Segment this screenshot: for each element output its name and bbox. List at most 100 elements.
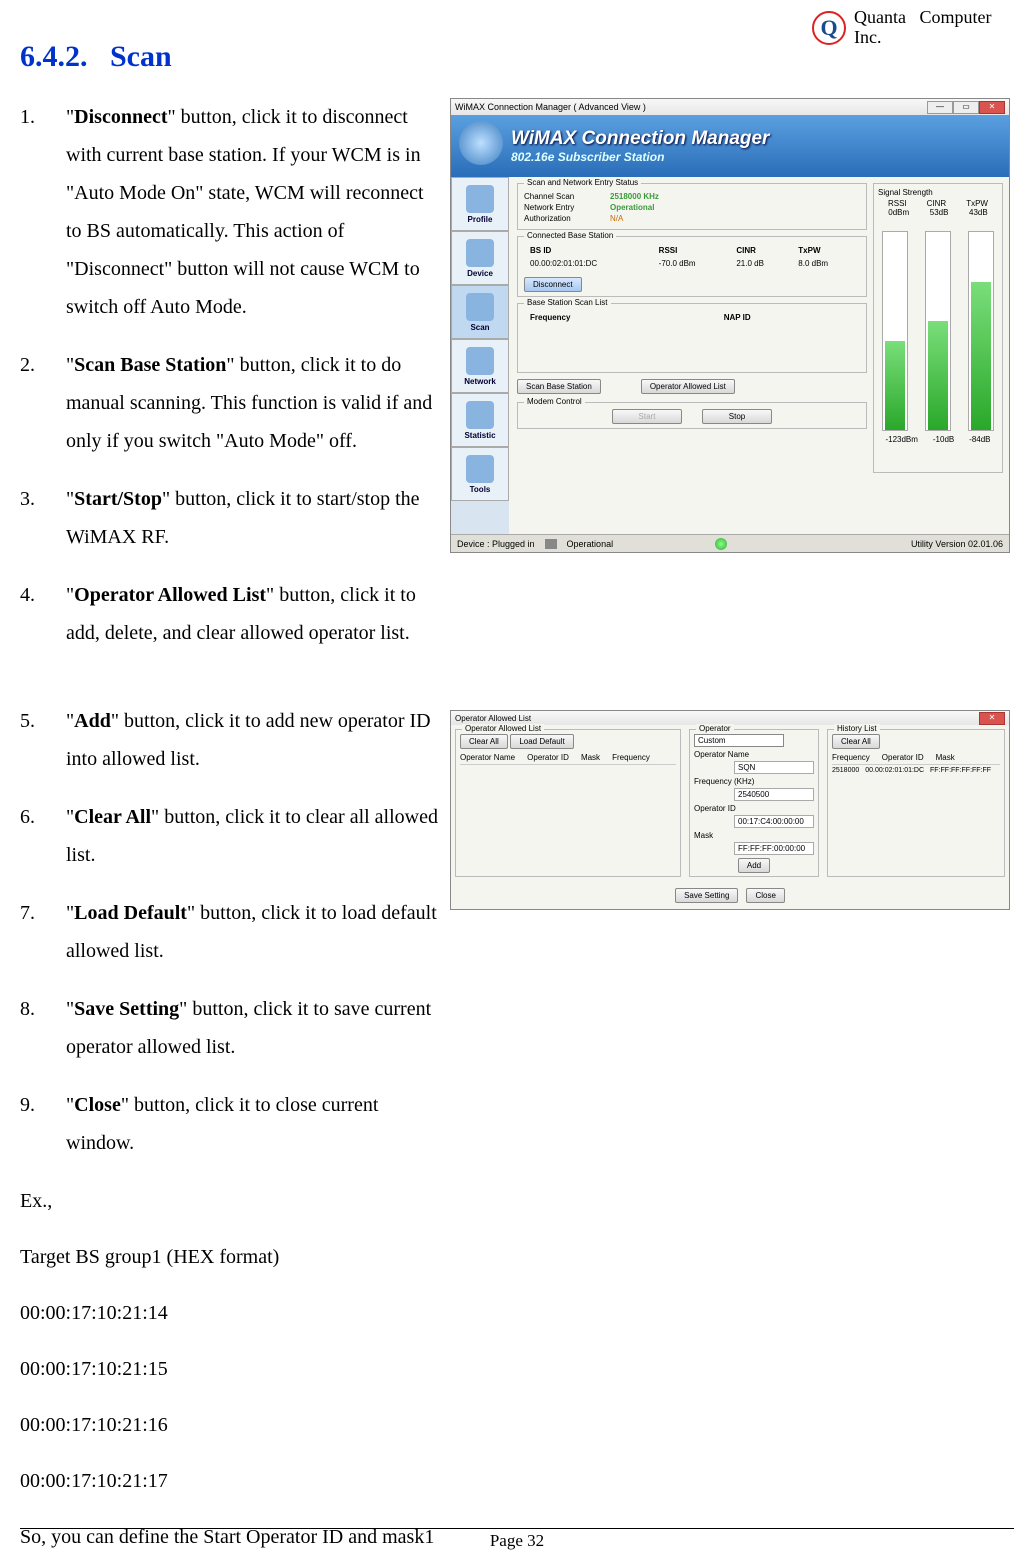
banner-subtitle: 802.16e Subscriber Station <box>511 150 769 164</box>
allowed-list-group: Operator Allowed List Clear All Load Def… <box>455 729 681 877</box>
group-title: Modem Control <box>524 397 585 406</box>
signal-value: -123dBm <box>885 435 917 444</box>
signal-bottom-values: -123dBm -10dB -84dB <box>878 435 998 444</box>
statistic-icon <box>466 401 494 429</box>
sidebar-item-profile[interactable]: Profile <box>451 177 509 231</box>
col-header: Frequency <box>832 753 870 762</box>
sidebar-label: Scan <box>470 323 489 332</box>
sidebar-label: Network <box>464 377 496 386</box>
clear-all-button[interactable]: Clear All <box>460 734 508 749</box>
col-header: Operator ID <box>882 753 924 762</box>
status-bar: Device : Plugged in Operational Utility … <box>451 534 1009 552</box>
minimize-button[interactable]: — <box>927 101 953 114</box>
company-logo-icon: Q <box>812 11 846 45</box>
sidebar-item-network[interactable]: Network <box>451 339 509 393</box>
footer-divider <box>20 1528 1014 1529</box>
device-icon <box>466 239 494 267</box>
operator-id-input[interactable]: 00:17:C4:00:00:00 <box>734 815 814 828</box>
col-header: RSSI <box>655 245 731 256</box>
item-text: "Add" button, click it to add new operat… <box>66 702 440 778</box>
globe-icon <box>459 121 503 165</box>
start-button[interactable]: Start <box>612 409 682 424</box>
section-number: 6.4.2. <box>20 40 88 73</box>
close-button[interactable]: ✕ <box>979 101 1005 114</box>
signal-top-values: 0dBm53dB43dB <box>878 208 998 217</box>
signal-value: -84dB <box>969 435 990 444</box>
network-entry-value: Operational <box>610 203 654 212</box>
sidebar-item-scan[interactable]: Scan <box>451 285 509 339</box>
signal-strength-panel: Signal Strength RSSICINRTxPW 0dBm53dB43d… <box>873 183 1003 473</box>
window-buttons-2: ✕ <box>979 712 1005 725</box>
group-title: Operator Allowed List <box>462 724 544 733</box>
cell: 2518000 <box>832 767 859 774</box>
status-device: Device : Plugged in <box>457 539 535 549</box>
group-title: History List <box>834 724 880 733</box>
disconnect-button[interactable]: Disconnect <box>524 277 582 292</box>
banner-title: WiMAX Connection Manager <box>511 128 769 150</box>
channel-scan-label: Channel Scan <box>524 192 604 201</box>
list-item: 3."Start/Stop" button, click it to start… <box>20 480 440 556</box>
rssi-bar <box>882 231 908 431</box>
scan-base-station-button[interactable]: Scan Base Station <box>517 379 601 394</box>
save-setting-button[interactable]: Save Setting <box>675 888 738 903</box>
add-button[interactable]: Add <box>738 858 770 873</box>
operator-select[interactable]: Custom <box>694 734 784 747</box>
stop-button[interactable]: Stop <box>702 409 772 424</box>
auth-label: Authorization <box>524 214 604 223</box>
col-header: Operator Name <box>460 753 515 762</box>
frequency-input[interactable]: 2540500 <box>734 788 814 801</box>
company-name: Quanta Computer Inc. <box>854 8 1004 48</box>
screenshot-col-2: Operator Allowed List ✕ Operator Allowed… <box>450 702 1014 1556</box>
screenshot-col-1: WiMAX Connection Manager ( Advanced View… <box>450 98 1014 672</box>
sidebar-label: Device <box>467 269 493 278</box>
card-icon <box>545 539 557 549</box>
sidebar-item-statistic[interactable]: Statistic <box>451 393 509 447</box>
wcm-screenshot: WiMAX Connection Manager ( Advanced View… <box>450 98 1010 553</box>
col-header: CINR <box>732 245 792 256</box>
sidebar-label: Tools <box>470 485 491 494</box>
list-col-2: 5."Add" button, click it to add new oper… <box>20 702 440 1556</box>
group-title: Scan and Network Entry Status <box>524 178 641 187</box>
scan-list-header: FrequencyNAP ID <box>526 312 858 323</box>
col-header: Frequency <box>526 312 718 323</box>
main-panel: Scan and Network Entry Status Channel Sc… <box>509 177 1009 534</box>
mask-input[interactable]: FF:FF:FF:00:00:00 <box>734 842 814 855</box>
operator-allowed-list-button[interactable]: Operator Allowed List <box>641 379 735 394</box>
scan-list-table: FrequencyNAP ID <box>524 310 860 325</box>
signal-value: -10dB <box>933 435 954 444</box>
window-titlebar-2: Operator Allowed List ✕ <box>451 711 1009 725</box>
sidebar-item-tools[interactable]: Tools <box>451 447 509 501</box>
list-item: 4."Operator Allowed List" button, click … <box>20 576 440 652</box>
load-default-button[interactable]: Load Default <box>510 734 573 749</box>
block-1: 1."Disconnect" button, click it to disco… <box>20 98 1014 672</box>
wifi-icon <box>715 538 727 550</box>
maximize-button[interactable]: ▭ <box>953 101 979 114</box>
block-2: 5."Add" button, click it to add new oper… <box>20 702 1014 1556</box>
list-item: 5."Add" button, click it to add new oper… <box>20 702 440 778</box>
col-header: Operator ID <box>527 753 569 762</box>
channel-scan-value: 2518000 KHz <box>610 192 659 201</box>
item-number: 4. <box>20 576 66 652</box>
list-item: 2."Scan Base Station" button, click it t… <box>20 346 440 460</box>
window-title-2: Operator Allowed List <box>455 714 531 723</box>
bs-header-row: BS IDRSSICINRTxPW <box>526 245 858 256</box>
close-dialog-button[interactable]: Close <box>746 888 784 903</box>
signal-headers: RSSICINRTxPW <box>878 199 998 208</box>
col-header: BS ID <box>526 245 653 256</box>
operator-name-input[interactable]: SQN <box>734 761 814 774</box>
clear-all-button-2[interactable]: Clear All <box>832 734 880 749</box>
close-button-2[interactable]: ✕ <box>979 712 1005 725</box>
scan-status-group: Scan and Network Entry Status Channel Sc… <box>517 183 867 230</box>
status-operational: Operational <box>567 539 614 549</box>
txpw-bar <box>968 231 994 431</box>
item-text: "Close" button, click it to close curren… <box>66 1086 440 1162</box>
list-col-1: 1."Disconnect" button, click it to disco… <box>20 98 440 672</box>
item-number: 3. <box>20 480 66 556</box>
list-item: 6."Clear All" button, click it to clear … <box>20 798 440 874</box>
company-word2: Computer <box>919 7 991 27</box>
item-text: "Load Default" button, click it to load … <box>66 894 440 970</box>
list-item: 8."Save Setting" button, click it to sav… <box>20 990 440 1066</box>
sidebar-item-device[interactable]: Device <box>451 231 509 285</box>
cinr-bar <box>925 231 951 431</box>
profile-icon <box>466 185 494 213</box>
